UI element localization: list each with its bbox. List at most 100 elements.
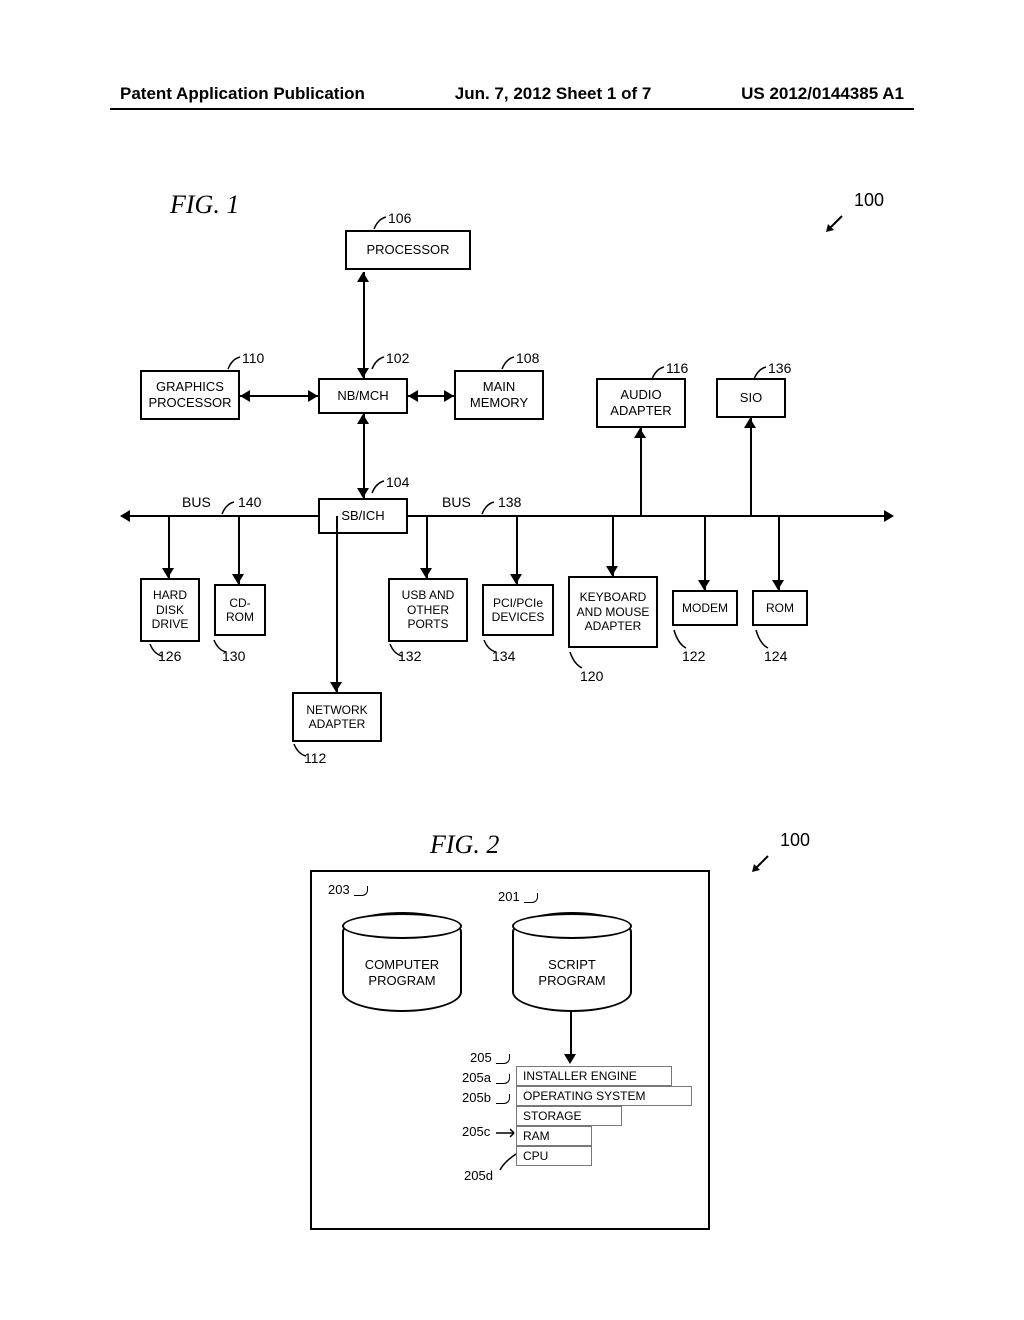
ref-201: 201 [498, 889, 520, 904]
box-graphics: GRAPHICS PROCESSOR [140, 370, 240, 420]
ref-203: 203 [328, 882, 350, 897]
leader-icon [752, 365, 768, 381]
leader-icon [212, 638, 228, 654]
arrowhead-icon [634, 428, 646, 438]
fig2-label: FIG. 2 [430, 830, 499, 860]
leader-icon [496, 1054, 510, 1064]
connector [570, 1012, 572, 1056]
arrowhead-icon [606, 566, 618, 576]
arrowhead-icon [884, 510, 894, 522]
ref-205a: 205a [462, 1070, 491, 1085]
leader-icon [672, 628, 688, 650]
bus-label-140: BUS [182, 494, 211, 510]
stack-os: OPERATING SYSTEM [516, 1086, 692, 1106]
arrowhead-icon [772, 580, 784, 590]
leader-icon [226, 355, 242, 371]
ref-110: 110 [242, 350, 264, 366]
arrowhead-icon [232, 574, 244, 584]
leader-icon [496, 1094, 510, 1104]
connector [640, 428, 642, 515]
ref-205c: 205c [462, 1124, 490, 1139]
ref-140: 140 [238, 494, 261, 510]
leader-icon [524, 893, 538, 903]
box-cdrom: CD-ROM [214, 584, 266, 636]
figure-1: FIG. 1 100 PROCESSOR 106 GRAPHICS PROCES… [120, 180, 904, 820]
arrowhead-icon [357, 488, 369, 498]
leader-icon [568, 650, 584, 670]
box-audio: AUDIO ADAPTER [596, 378, 686, 428]
leader-icon [496, 1128, 516, 1138]
header-center: Jun. 7, 2012 Sheet 1 of 7 [455, 84, 652, 104]
fig2-outer-box: COMPUTER PROGRAM SCRIPT PROGRAM 203 201 … [310, 870, 710, 1230]
box-rom: ROM [752, 590, 808, 626]
arrowhead-icon [330, 682, 342, 692]
ref-122: 122 [682, 648, 705, 664]
box-sbich: SB/ICH [318, 498, 408, 534]
box-hdd: HARD DISK DRIVE [140, 578, 200, 642]
stack-ram: RAM [516, 1126, 592, 1146]
leader-icon [148, 642, 164, 658]
ref-108: 108 [516, 350, 539, 366]
arrowhead-icon [357, 414, 369, 424]
leader-icon [372, 215, 388, 231]
leader-icon [650, 365, 666, 381]
leader-icon [480, 500, 496, 516]
leader-icon [482, 638, 498, 654]
arrowhead-icon [357, 272, 369, 282]
box-mainmem: MAIN MEMORY [454, 370, 544, 420]
leader-icon [754, 628, 770, 650]
cyl-label-program: COMPUTER PROGRAM [344, 957, 460, 988]
box-nbmch: NB/MCH [318, 378, 408, 414]
box-modem: MODEM [672, 590, 738, 626]
leader-icon [388, 642, 404, 658]
connector [704, 516, 706, 590]
header-left: Patent Application Publication [120, 84, 365, 104]
ref-106: 106 [388, 210, 411, 226]
box-netadapter: NETWORK ADAPTER [292, 692, 382, 742]
fig1-label: FIG. 1 [170, 190, 239, 220]
arrowhead-icon [120, 510, 130, 522]
arrowhead-icon [308, 390, 318, 402]
ref-104: 104 [386, 474, 409, 490]
fig1-ref-100: 100 [854, 190, 884, 211]
arrow-icon [824, 214, 844, 234]
fig2-ref-100: 100 [780, 830, 810, 851]
arrowhead-icon [240, 390, 250, 402]
ref-205: 205 [470, 1050, 492, 1065]
ref-124: 124 [764, 648, 787, 664]
ref-205d: 205d [464, 1168, 493, 1183]
connector [240, 395, 318, 397]
arrowhead-icon [408, 390, 418, 402]
ref-116: 116 [666, 360, 688, 376]
arrowhead-icon [357, 368, 369, 378]
connector [363, 414, 365, 498]
stack-storage: STORAGE [516, 1106, 622, 1126]
arrowhead-icon [420, 568, 432, 578]
box-processor: PROCESSOR [345, 230, 471, 270]
leader-icon [496, 1074, 510, 1084]
ref-120: 120 [580, 668, 603, 684]
arrowhead-icon [698, 580, 710, 590]
stack-cpu: CPU [516, 1146, 592, 1166]
cyl-label-script: SCRIPT PROGRAM [514, 957, 630, 988]
stack-installer: INSTALLER ENGINE [516, 1066, 672, 1086]
arrowhead-icon [510, 574, 522, 584]
ref-136: 136 [768, 360, 791, 376]
leader-icon [354, 886, 368, 896]
ref-102: 102 [386, 350, 409, 366]
leader-icon [292, 742, 308, 758]
box-kbm: KEYBOARD AND MOUSE ADAPTER [568, 576, 658, 648]
bus-label-138: BUS [442, 494, 471, 510]
box-sio: SIO [716, 378, 786, 418]
connector [778, 516, 780, 590]
leader-icon [498, 1152, 518, 1172]
leader-icon [500, 355, 516, 371]
leader-icon [220, 500, 236, 516]
arrow-icon [750, 854, 770, 874]
connector [363, 272, 365, 378]
connector [336, 516, 338, 692]
header-right: US 2012/0144385 A1 [741, 84, 904, 104]
leader-icon [370, 355, 386, 371]
arrowhead-icon [162, 568, 174, 578]
cylinder-computer-program: COMPUTER PROGRAM [342, 912, 462, 1012]
